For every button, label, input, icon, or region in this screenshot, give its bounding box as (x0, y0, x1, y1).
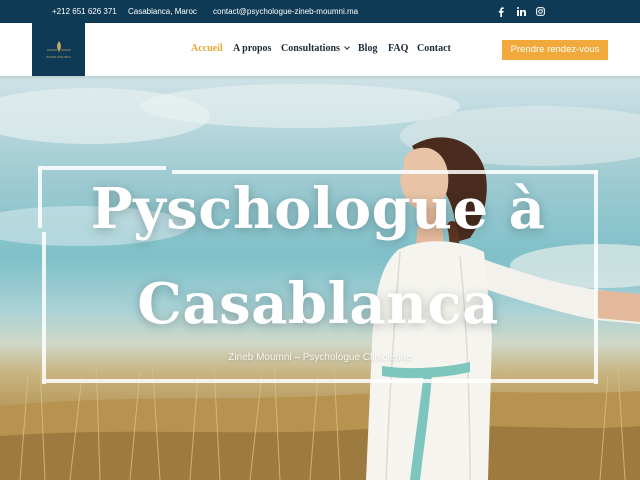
email-link[interactable]: contact@psychologue-zineb-moumni.ma (213, 0, 358, 23)
hero-frame-bottom (42, 379, 598, 383)
linkedin-icon[interactable] (515, 6, 527, 17)
nav-item-a-propos[interactable]: A propos (233, 43, 271, 54)
nav-item-consultations-label: Consultations (281, 43, 340, 54)
logo-tagline: ZINEB MOUMNI (46, 55, 71, 59)
nav-item-faq[interactable]: FAQ (388, 43, 408, 54)
hero-title-line2: Casablanca (137, 271, 499, 337)
facebook-icon[interactable] (495, 6, 507, 17)
nav-item-blog[interactable]: Blog (358, 43, 377, 54)
top-info-bar: +212 651 626 371 Casablanca, Maroc conta… (0, 0, 640, 23)
nav-item-accueil[interactable]: Accueil (191, 43, 223, 54)
chevron-down-icon (344, 44, 350, 50)
location-text: Casablanca, Maroc (128, 7, 197, 16)
nav-item-contact[interactable]: Contact (417, 43, 451, 54)
logo-mark-icon (44, 40, 74, 54)
hero-frame-top-left (38, 166, 166, 170)
hero-section: Pyschologue à Casablanca Zineb Moumni – … (0, 76, 640, 480)
hero-subtitle: Zineb Moumni – Psychologue Clinicienne (228, 352, 412, 363)
hero-title-line1: Pyschologue à (90, 176, 546, 242)
phone-number[interactable]: +212 651 626 371 (52, 0, 117, 23)
book-appointment-button[interactable]: Prendre rendez-vous (502, 40, 608, 60)
nav-item-consultations[interactable]: Consultations (281, 43, 350, 54)
instagram-icon[interactable] (534, 6, 546, 17)
site-header: ZINEB MOUMNI Accueil A propos Consultati… (0, 23, 640, 76)
hero-frame-top-right (172, 170, 598, 174)
site-logo[interactable]: ZINEB MOUMNI (32, 23, 85, 76)
